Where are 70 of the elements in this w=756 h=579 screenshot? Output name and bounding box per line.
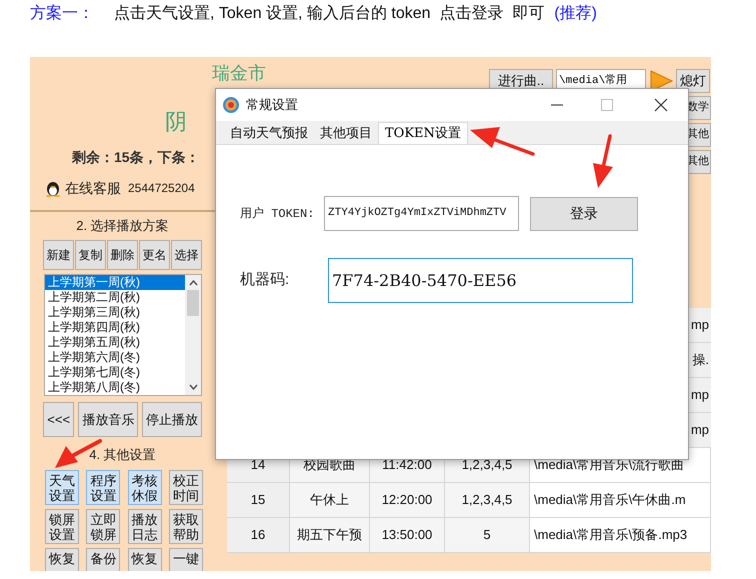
plan-item[interactable]: 上学期第七周(冬) xyxy=(45,365,185,380)
section-title: 2. 选择播放方案 xyxy=(76,217,169,236)
table-cell: \media\常用音乐\预备.mp3 xyxy=(530,518,711,552)
control-button[interactable]: 停止播放 xyxy=(142,402,202,437)
tab[interactable]: 自动天气预报 xyxy=(224,122,314,144)
table-cell: 16 xyxy=(227,518,290,552)
machine-code-field[interactable]: 7F74-2B40-5470-EE56 xyxy=(328,258,633,303)
support-label: 在线客服 xyxy=(65,178,121,198)
setting-button[interactable]: 备份 xyxy=(86,548,120,571)
table-cell: 12:20:00 xyxy=(370,483,445,517)
login-button[interactable]: 登录 xyxy=(530,196,638,230)
setting-button[interactable]: 天气设置 xyxy=(45,470,79,505)
plan-button[interactable]: 更名 xyxy=(139,240,170,270)
setting-button[interactable]: 考核休假 xyxy=(128,470,162,505)
setting-button[interactable]: 校正时间 xyxy=(168,470,203,505)
setting-button[interactable]: 获取帮助 xyxy=(168,509,203,544)
plan-button[interactable]: 新建 xyxy=(43,240,74,270)
annotation-arrow xyxy=(593,134,613,188)
app-logo-icon xyxy=(222,96,240,114)
plan-item[interactable]: 上学期第三周(秋) xyxy=(45,305,185,320)
control-button[interactable]: 播放音乐 xyxy=(78,402,138,437)
setting-button[interactable]: 恢复 xyxy=(128,548,162,571)
annotation-arrow xyxy=(470,127,535,156)
plan-item[interactable]: 上学期第一周(秋) xyxy=(45,275,185,290)
token-label: 用户 TOKEN: xyxy=(240,206,316,222)
table-cell-text: mp xyxy=(690,316,710,334)
plan-label: 方案一： xyxy=(30,3,94,24)
section-title: 4. 其他设置 xyxy=(89,446,156,464)
setting-button[interactable]: 一键 xyxy=(168,548,203,571)
table-cell: 1,2,3,4,5 xyxy=(445,483,530,517)
table-cell: 13:50:00 xyxy=(370,518,445,552)
support-number: 2544725204 xyxy=(128,180,195,197)
table-cell-text: mp xyxy=(690,386,710,404)
tab[interactable]: 其他项目 xyxy=(314,122,378,144)
plan-item[interactable]: 上学期第六周(冬) xyxy=(45,350,185,365)
plan-item[interactable]: 上学期第二周(秋) xyxy=(45,290,185,305)
table-cell: 期五下午预 xyxy=(290,518,370,552)
plan-button[interactable]: 复制 xyxy=(75,240,106,270)
annotation-arrow xyxy=(55,439,102,468)
scrollbar-thumb[interactable] xyxy=(187,290,199,316)
setting-button[interactable]: 锁屏设置 xyxy=(45,509,79,544)
plan-item[interactable]: 上学期第八周(冬) xyxy=(45,380,185,395)
plan-button[interactable]: 选择 xyxy=(171,240,202,270)
setting-button[interactable]: 恢复 xyxy=(45,548,79,571)
close-icon[interactable] xyxy=(654,98,668,112)
setting-button[interactable]: 立即锁屏 xyxy=(86,509,120,544)
plan-item[interactable]: 上学期第五周(秋) xyxy=(45,335,185,350)
city-name: 瑞金市 xyxy=(212,63,266,84)
plan-button[interactable]: 删除 xyxy=(107,240,138,270)
table-cell-text: 操. xyxy=(692,351,710,370)
token-field[interactable]: ZTY4YjkOZTg4YmIxZTViMDhmZTV xyxy=(324,196,519,231)
instruction-text: 点击天气设置, Token 设置, 输入后台的 token 点击登录 即可 xyxy=(114,4,544,24)
table-cell: 午休上 xyxy=(290,483,370,517)
penguin-icon xyxy=(44,179,62,197)
action-button[interactable]: 熄灯 xyxy=(676,69,710,93)
setting-button[interactable]: 程序设置 xyxy=(86,470,120,505)
remaining-text: 剩余：15条，下条： xyxy=(72,148,200,166)
table-cell-text: mp xyxy=(690,421,710,440)
machine-code-label: 机器码: xyxy=(240,270,290,290)
recommended-note: (推荐) xyxy=(554,4,597,24)
weather-text: 阴 xyxy=(165,108,187,136)
tab[interactable]: TOKEN设置 xyxy=(378,122,468,144)
window-title: 常规设置 xyxy=(246,96,298,114)
setting-button[interactable]: 播放日志 xyxy=(128,509,162,544)
plan-item[interactable]: 上学期第四周(秋) xyxy=(45,320,185,335)
scrollbar[interactable] xyxy=(185,275,201,395)
table-cell: 5 xyxy=(445,518,530,552)
table-cell: 15 xyxy=(227,483,290,517)
control-button[interactable]: <<< xyxy=(43,402,74,437)
table-cell: \media\常用音乐\午休曲.m xyxy=(530,483,711,517)
